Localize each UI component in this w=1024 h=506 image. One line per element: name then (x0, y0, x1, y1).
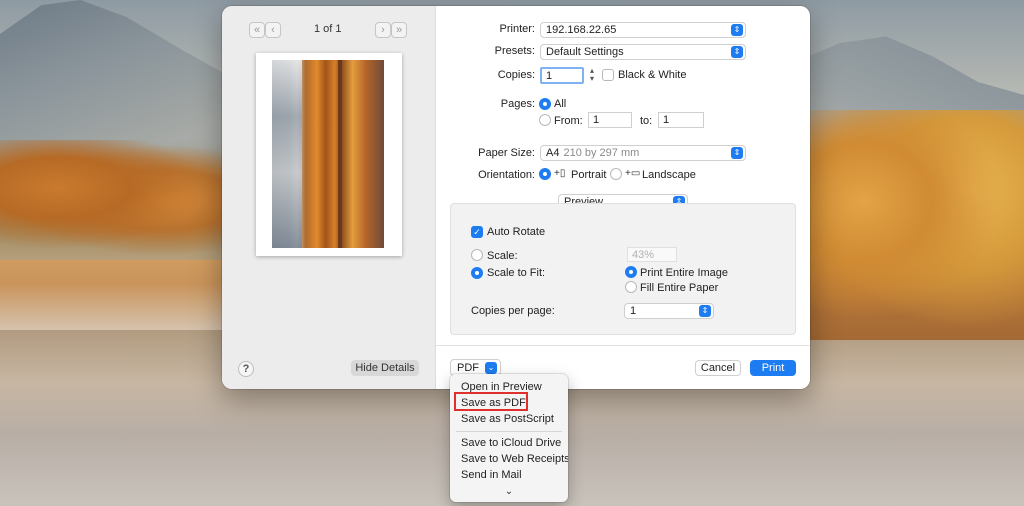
black-white-label: Black & White (618, 69, 687, 81)
paper-size-detail: 210 by 297 mm (563, 147, 640, 159)
menu-separator (456, 431, 562, 432)
pages-range-radio[interactable] (539, 114, 551, 126)
pages-all-radio[interactable] (539, 98, 551, 110)
copies-per-page-value: 1 (630, 305, 637, 317)
paper-size-label: Paper Size: (478, 147, 535, 159)
footer-divider (436, 345, 810, 346)
wallpaper-trees-right (794, 110, 1024, 340)
print-entire-image-radio[interactable] (625, 266, 637, 278)
scale-to-fit-radio[interactable] (471, 267, 483, 279)
fill-entire-paper-label: Fill Entire Paper (640, 282, 719, 294)
wallpaper-trees-left (0, 140, 230, 260)
scale-to-fit-label: Scale to Fit: (487, 267, 546, 279)
paper-size-value: A4 (546, 147, 560, 159)
pdf-dropdown-menu: Open in Preview Save as PDF Save as Post… (450, 374, 568, 502)
menu-item-save-to-icloud-drive[interactable]: Save to iCloud Drive (461, 437, 561, 449)
portrait-icon: +▯ (554, 168, 566, 179)
updown-arrows-icon: ⇕ (731, 24, 743, 36)
print-button[interactable]: Print (750, 360, 796, 376)
copies-per-page-select[interactable]: 1 ⇕ (624, 303, 714, 319)
updown-arrows-icon: ⇕ (731, 147, 743, 159)
scale-radio[interactable] (471, 249, 483, 261)
printer-label: Printer: (499, 23, 535, 35)
menu-item-save-as-pdf[interactable]: Save as PDF (461, 397, 526, 409)
orientation-label: Orientation: (478, 169, 535, 181)
checkmark-icon: ✓ (473, 226, 481, 237)
pdf-label: PDF (457, 361, 479, 374)
pages-from-label: From: (554, 115, 583, 127)
menu-item-save-as-postscript[interactable]: Save as PostScript (461, 413, 554, 425)
copies-label: Copies: (497, 69, 535, 81)
preview-image (272, 60, 384, 248)
help-button[interactable]: ? (238, 361, 254, 377)
print-dialog: « ‹ 1 of 1 › » ? Hide Details Printer: 1… (222, 6, 810, 389)
chevron-left-icon: ‹ (271, 24, 275, 36)
double-chevron-left-icon: « (253, 24, 261, 36)
black-white-checkbox[interactable] (602, 69, 614, 81)
page-preview (256, 53, 402, 256)
portrait-label: Portrait (571, 169, 607, 181)
first-page-button[interactable]: « (249, 22, 265, 38)
landscape-label: Landscape (642, 169, 696, 181)
presets-label: Presets: (494, 45, 535, 57)
landscape-icon: +▭ (625, 168, 641, 179)
pages-from-input[interactable]: 1 (588, 112, 632, 128)
previous-page-button[interactable]: ‹ (265, 22, 281, 38)
settings-pane: Printer: 192.168.22.65 ⇕ Presets: Defaul… (436, 6, 810, 389)
fill-entire-paper-radio[interactable] (625, 281, 637, 293)
hide-details-button[interactable]: Hide Details (351, 360, 419, 376)
printer-select[interactable]: 192.168.22.65 ⇕ (540, 22, 746, 38)
copies-per-page-label: Copies per page: (471, 305, 555, 317)
stepper-down-icon: ▾ (589, 74, 594, 83)
printer-value: 192.168.22.65 (546, 24, 617, 36)
page-count: 1 of 1 (314, 23, 342, 35)
landscape-radio[interactable] (610, 168, 622, 180)
preview-pane: « ‹ 1 of 1 › » ? Hide Details (222, 6, 436, 389)
print-entire-image-label: Print Entire Image (640, 267, 729, 279)
menu-item-send-in-mail[interactable]: Send in Mail (461, 469, 522, 481)
updown-arrows-icon: ⇕ (699, 305, 711, 317)
last-page-button[interactable]: » (391, 22, 407, 38)
chevron-down-icon: ⌄ (485, 361, 497, 374)
pages-label: Pages: (500, 98, 535, 110)
copies-stepper[interactable]: ▴ ▾ (588, 67, 596, 83)
scale-label: Scale: (487, 250, 518, 262)
copies-input[interactable]: 1 (540, 67, 584, 84)
updown-arrows-icon: ⇕ (731, 46, 743, 58)
pages-to-input[interactable]: 1 (658, 112, 704, 128)
cancel-button[interactable]: Cancel (695, 360, 741, 376)
chevron-down-icon[interactable]: ⌄ (450, 486, 568, 497)
pages-all-label: All (554, 98, 567, 110)
double-chevron-right-icon: » (395, 24, 403, 36)
chevron-right-icon: › (381, 24, 385, 36)
next-page-button[interactable]: › (375, 22, 391, 38)
auto-rotate-label: Auto Rotate (487, 226, 546, 238)
pages-to-label: to: (640, 115, 653, 127)
scale-input[interactable]: 43% (627, 247, 677, 262)
auto-rotate-checkbox[interactable]: ✓ (471, 226, 483, 238)
preview-options-panel: ✓ Auto Rotate Scale: 43% Scale to Fit: P… (450, 203, 796, 335)
presets-select[interactable]: Default Settings ⇕ (540, 44, 746, 60)
menu-item-save-to-web-receipts[interactable]: Save to Web Receipts (461, 453, 568, 465)
paper-size-select[interactable]: A4 210 by 297 mm ⇕ (540, 145, 746, 161)
portrait-radio[interactable] (539, 168, 551, 180)
presets-value: Default Settings (546, 46, 624, 58)
